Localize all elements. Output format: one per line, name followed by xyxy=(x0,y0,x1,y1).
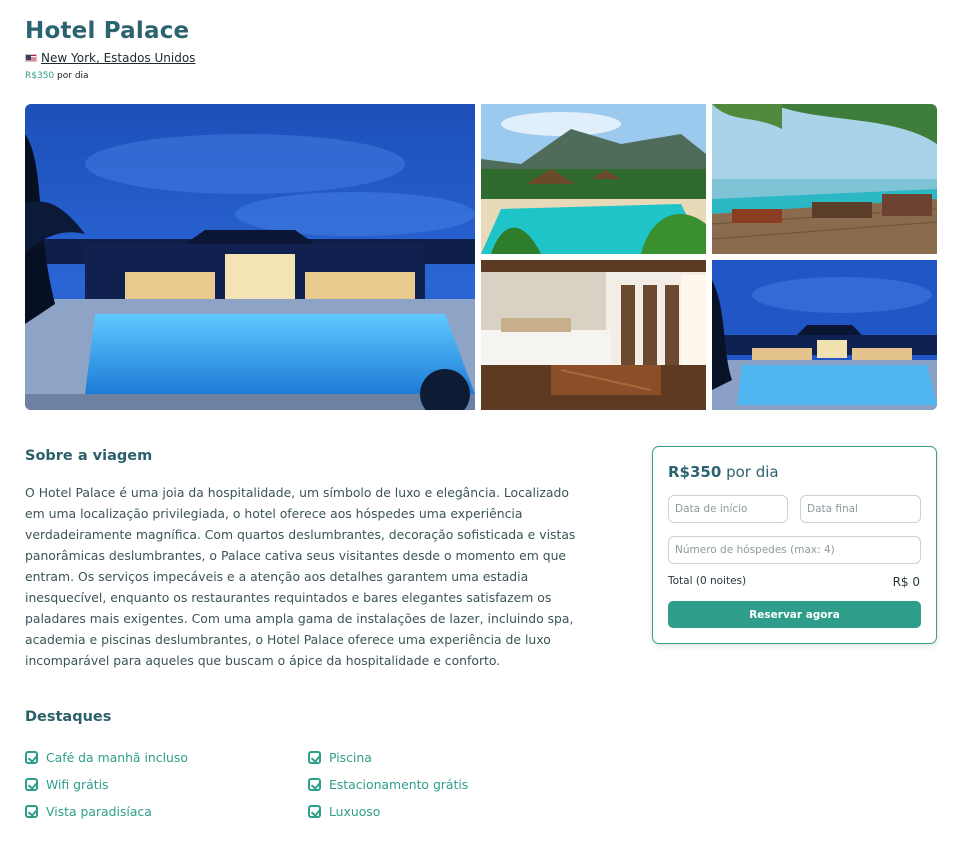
highlight-label: Estacionamento grátis xyxy=(329,777,469,792)
price-unit: por dia xyxy=(57,71,89,81)
hotel-location: New York, Estados Unidos xyxy=(25,51,195,65)
booking-price: R$350 por dia xyxy=(668,463,779,481)
hotel-title: Hotel Palace xyxy=(25,18,190,44)
gallery-image-deck-pool[interactable] xyxy=(712,104,937,254)
highlight-item: Estacionamento grátis xyxy=(308,777,468,792)
price-amount: R$350 xyxy=(25,71,55,81)
highlight-item: Luxuoso xyxy=(308,804,380,819)
price-per-day: R$350 por dia xyxy=(25,71,89,81)
photo-gallery xyxy=(25,104,937,410)
total-label: Total (0 noites) xyxy=(668,575,747,587)
check-square-icon xyxy=(25,805,38,818)
highlight-label: Luxuoso xyxy=(329,804,381,819)
total-value: R$ 0 xyxy=(892,575,920,589)
book-now-button[interactable]: Reservar agora xyxy=(668,601,921,628)
check-square-icon xyxy=(25,778,38,791)
highlight-item: Vista paradisíaca xyxy=(25,804,152,819)
booking-card: R$350 por dia Total (0 noites) R$ 0 Rese… xyxy=(652,446,937,644)
about-title: Sobre a viagem xyxy=(25,448,153,464)
start-date-input[interactable] xyxy=(668,495,788,523)
gallery-image-pool-night[interactable] xyxy=(712,260,937,410)
end-date-input[interactable] xyxy=(800,495,921,523)
check-square-icon xyxy=(308,751,321,764)
highlight-label: Café da manhã incluso xyxy=(46,750,188,765)
check-square-icon xyxy=(25,751,38,764)
gallery-image-bedroom[interactable] xyxy=(481,260,706,410)
hotel-page: Hotel Palace New York, Estados Unidos R$… xyxy=(0,0,964,841)
highlights-title: Destaques xyxy=(25,709,112,725)
highlight-label: Wifi grátis xyxy=(46,777,109,792)
highlight-item: Wifi grátis xyxy=(25,777,108,792)
guests-input[interactable] xyxy=(668,536,921,564)
check-square-icon xyxy=(308,778,321,791)
location-link[interactable]: New York, Estados Unidos xyxy=(41,51,195,65)
check-square-icon xyxy=(308,805,321,818)
highlight-item: Café da manhã incluso xyxy=(25,750,188,765)
us-flag-icon xyxy=(25,54,37,62)
highlight-item: Piscina xyxy=(308,750,372,765)
gallery-image-main[interactable] xyxy=(25,104,475,410)
highlight-label: Piscina xyxy=(329,750,372,765)
booking-price-unit: por dia xyxy=(726,463,779,481)
highlight-label: Vista paradisíaca xyxy=(46,804,152,819)
booking-price-amount: R$350 xyxy=(668,463,722,481)
about-description: O Hotel Palace é uma joia da hospitalida… xyxy=(25,485,576,668)
gallery-image-tropical-pool[interactable] xyxy=(481,104,706,254)
